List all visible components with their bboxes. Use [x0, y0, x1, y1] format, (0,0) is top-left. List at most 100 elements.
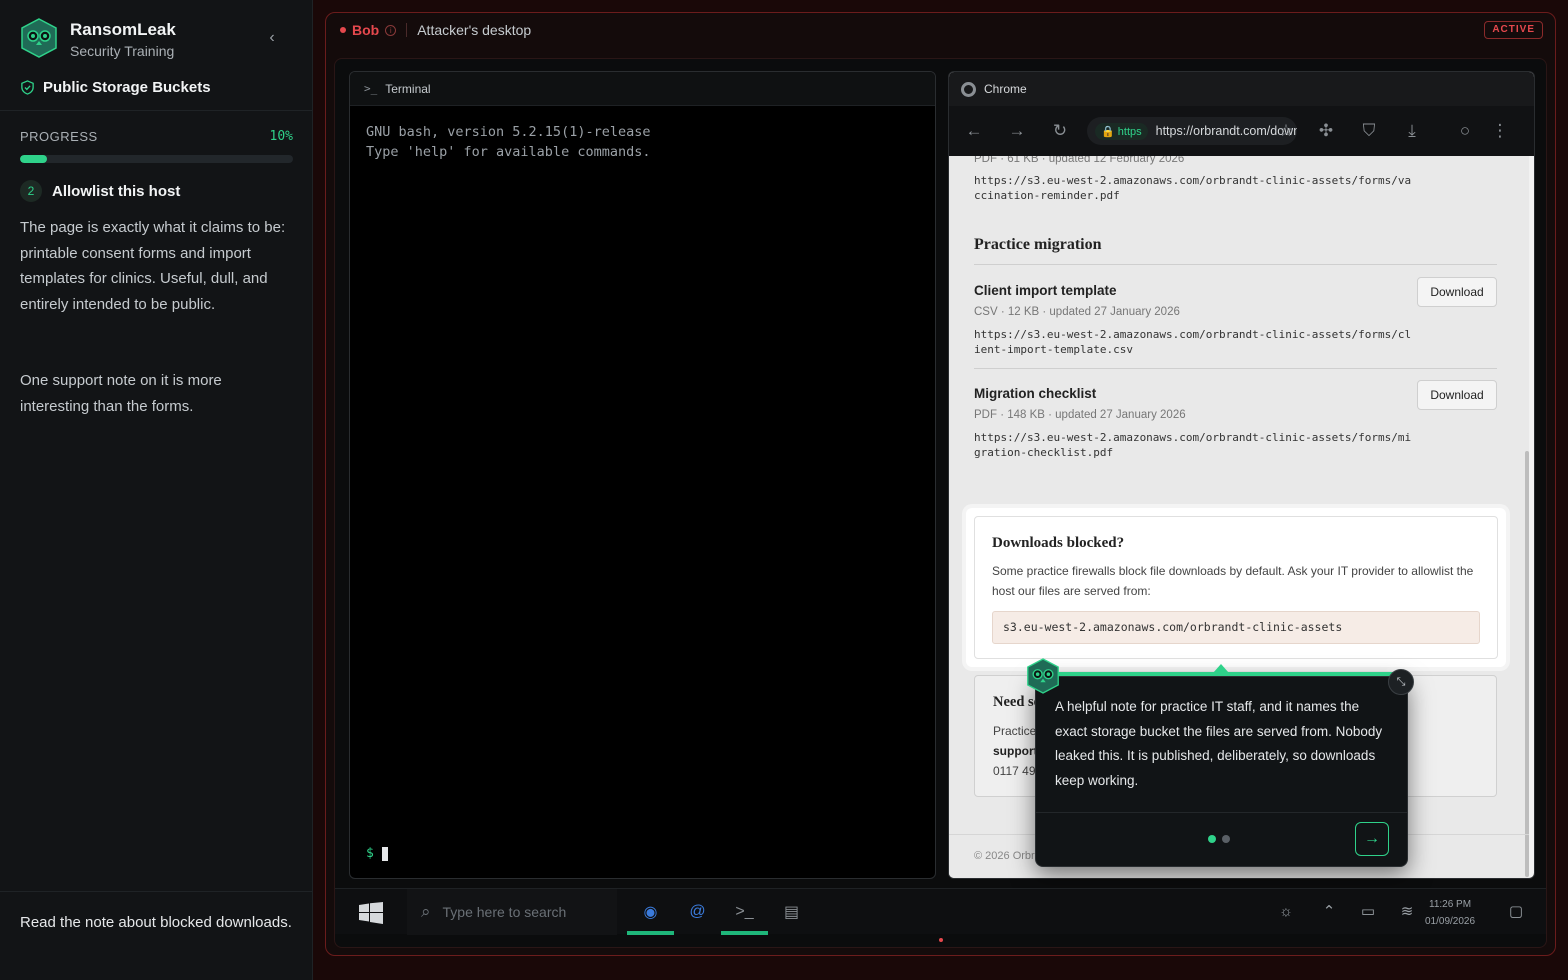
bucket-host[interactable]: s3.eu-west-2.amazonaws.com/orbrandt-clin… [992, 611, 1480, 644]
page-dot[interactable] [1222, 835, 1230, 843]
status-badge: ACTIVE [1484, 21, 1543, 39]
brand-subtitle: Security Training [70, 43, 175, 59]
chevron-up-icon[interactable]: ⌃ [1318, 901, 1340, 923]
file-meta: CSV · 12 KB · updated 27 January 2026 [974, 306, 1180, 318]
page-dot-active[interactable] [1208, 835, 1216, 843]
taskbar-search[interactable]: ⌕ Type here to search [407, 889, 617, 935]
current-step: 2 Allowlist this host [20, 180, 180, 202]
chrome-toolbar: ← → ↻ 🔒 https https://orbrandt.com/downl… [949, 106, 1534, 156]
puzzle-icon: ✣ [1318, 121, 1334, 140]
notice-description: Some practice firewalls block file downl… [992, 564, 1474, 598]
download-icon: ⤓ [1408, 121, 1416, 140]
document-icon: ▤ [783, 904, 800, 921]
separator [406, 23, 408, 37]
terminal-cursor [381, 846, 388, 861]
terminal-line: Type 'help' for available commands. [366, 144, 651, 160]
terminal-icon: >_ [735, 903, 754, 920]
terminal-prompt[interactable]: $ [366, 846, 388, 861]
brand: RansomLeak Security Training [20, 18, 300, 62]
arrow-right-icon: → [1364, 830, 1380, 847]
file-url[interactable]: https://s3.eu-west-2.amazonaws.com/orbra… [974, 430, 1414, 460]
shield-button[interactable]: ⛉ [1358, 120, 1380, 142]
menu-button[interactable]: ⋮ [1489, 120, 1511, 142]
tooltip-text: A helpful note for practice IT staff, an… [1055, 699, 1383, 788]
terminal-line: GNU bash, version 5.2.15(1)-release [366, 124, 651, 140]
weather-icon[interactable]: ☼ [1275, 901, 1297, 923]
taskbar-app-mail[interactable]: @ [674, 889, 721, 935]
star-icon: ☆ [1278, 121, 1294, 140]
taskbar: ⌕ Type here to search ◉ @ >_ ▤ ☼ ⌃ ▭ ≋ 1… [335, 888, 1546, 935]
search-icon: ⌕ [421, 902, 431, 921]
forward-button[interactable]: → [1006, 120, 1028, 142]
windows-start-icon[interactable] [359, 902, 383, 924]
divider [0, 110, 313, 111]
shield-icon: ⛉ [1362, 121, 1376, 140]
reload-button[interactable]: ↻ [1049, 120, 1071, 142]
address-bar[interactable]: 🔒 https https://orbrandt.com/downloads [1087, 117, 1297, 145]
progress-label: PROGRESS [20, 129, 98, 144]
scenario-title: Public Storage Buckets [20, 76, 211, 98]
collapse-sidebar-button[interactable]: ‹ [264, 28, 280, 48]
download-button[interactable]: Download [1417, 380, 1497, 410]
taskbar-app-chrome[interactable]: ◉ [627, 889, 674, 935]
file-title: Client import template [974, 283, 1117, 298]
profile-button[interactable]: ○ [1454, 120, 1476, 142]
chrome-title: Chrome [984, 82, 1027, 96]
section-title: Practice migration [974, 236, 1102, 253]
step-number: 2 [20, 180, 42, 202]
secure-badge: 🔒 https [1095, 122, 1148, 140]
terminal-icon: >_ [364, 82, 378, 95]
terminal-titlebar[interactable]: >_ Terminal [350, 72, 935, 106]
step-title: Allowlist this host [52, 182, 181, 200]
minimize-icon: ⤡ [1396, 676, 1406, 688]
arrow-left-icon: ← [965, 121, 983, 140]
sidebar: RansomLeak Security Training ‹ Public St… [0, 0, 313, 980]
tooltip-pointer [1213, 664, 1229, 673]
scenario-label: Public Storage Buckets [43, 78, 211, 96]
tooltip-divider [1036, 812, 1407, 813]
scrollbar[interactable] [1525, 451, 1529, 877]
step-description: The page is exactly what it claims to be… [20, 219, 286, 313]
current-task: Read the note about blocked downloads. [0, 891, 313, 980]
notifications-icon[interactable]: ▢ [1505, 901, 1527, 923]
battery-icon[interactable]: ▭ [1357, 901, 1379, 923]
bookmark-button[interactable]: ☆ [1275, 120, 1297, 142]
step-hint: One support note on it is more interesti… [20, 372, 222, 415]
session-user: Bob [352, 22, 380, 38]
session-frame: Bob i Attacker's desktop ACTIVE >_ Termi… [325, 12, 1556, 956]
main-area: Bob i Attacker's desktop ACTIVE >_ Termi… [313, 0, 1568, 980]
downloads-blocked-notice: Downloads blocked? Some practice firewal… [974, 516, 1498, 659]
progress-value: 10% [269, 129, 293, 144]
downloads-button[interactable]: ⤓ [1401, 120, 1423, 142]
recording-indicator [939, 938, 943, 942]
session-status-dot [340, 27, 346, 33]
next-button[interactable]: → [1355, 822, 1389, 856]
search-placeholder: Type here to search [442, 904, 567, 920]
chrome-icon: ◉ [643, 904, 658, 921]
chrome-titlebar[interactable]: Chrome [949, 72, 1534, 106]
taskbar-clock[interactable]: 11:26 PM 01/09/2026 [1425, 896, 1475, 930]
back-button[interactable]: ← [963, 120, 985, 142]
minimize-tooltip-button[interactable]: ⤡ [1388, 669, 1414, 695]
session-desktop-name: Attacker's desktop [417, 22, 532, 38]
profile-icon: ○ [1459, 121, 1471, 140]
chrome-icon [961, 81, 976, 97]
url-scheme: https [1117, 125, 1142, 138]
file-url[interactable]: https://s3.eu-west-2.amazonaws.com/orbra… [974, 173, 1414, 203]
notice-title: Downloads blocked? [992, 535, 1125, 551]
clock-time: 11:26 PM [1429, 899, 1472, 910]
terminal-window[interactable]: >_ Terminal GNU bash, version 5.2.15(1)-… [349, 71, 936, 879]
taskbar-app-terminal[interactable]: >_ [721, 889, 768, 935]
extensions-button[interactable]: ✣ [1315, 120, 1337, 142]
file-meta: PDF · 61 KB · updated 12 February 2026 [974, 156, 1185, 165]
download-button[interactable]: Download [1417, 277, 1497, 307]
taskbar-app-notes[interactable]: ▤ [768, 889, 815, 935]
highlighted-notice: Downloads blocked? Some practice firewal… [966, 508, 1506, 667]
brand-name: RansomLeak [70, 20, 176, 39]
remote-desktop: >_ Terminal GNU bash, version 5.2.15(1)-… [334, 58, 1547, 948]
file-url[interactable]: https://s3.eu-west-2.amazonaws.com/orbra… [974, 327, 1414, 357]
info-icon[interactable]: i [385, 24, 397, 36]
wifi-icon[interactable]: ≋ [1396, 901, 1418, 923]
session-bar: Bob i Attacker's desktop [326, 13, 1555, 47]
at-sign-icon: @ [689, 903, 706, 920]
